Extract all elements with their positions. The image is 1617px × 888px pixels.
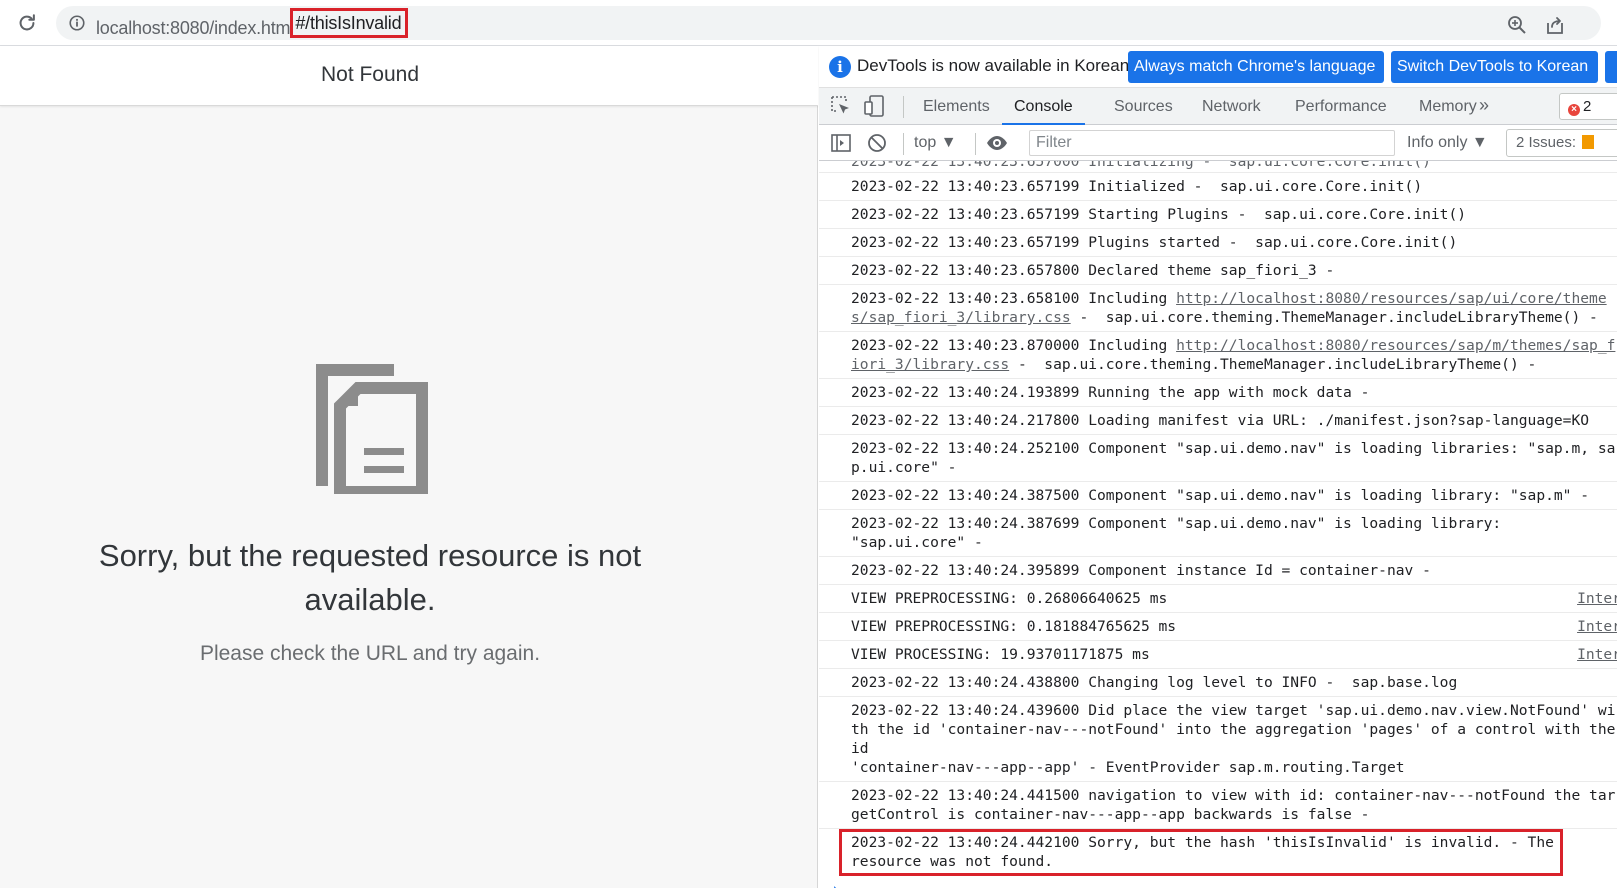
- console-message-text: 2023-02-22 13:40:24.441500 navigation to…: [851, 787, 1616, 823]
- issues-button[interactable]: 2 Issues:: [1506, 129, 1617, 157]
- url-path: :8080/index.htm: [165, 18, 291, 38]
- console-message-text: - sap.ui.core.theming.ThemeManager.inclu…: [1070, 309, 1598, 326]
- sidebar-toggle-icon[interactable]: [829, 131, 853, 155]
- console-message: 2023-02-22 13:40:24.395899 Component ins…: [819, 557, 1617, 585]
- console-message-highlighted: 2023-02-22 13:40:24.442100 Sorry, but th…: [839, 829, 1563, 876]
- console-message: 2023-02-22 13:40:23.870000 Including htt…: [819, 332, 1617, 379]
- app-page: Not Found Sorry, but the requested resou…: [0, 46, 818, 888]
- console-message: 2023-02-22 13:40:23.657199 Starting Plug…: [819, 201, 1617, 229]
- console-message-text: 2023-02-22 13:40:23.658100 Including: [851, 290, 1177, 307]
- tab-performance[interactable]: Performance: [1295, 88, 1387, 125]
- toolbar-divider: [975, 133, 976, 155]
- console-message-text: 2023-02-22 13:40:23.657800 Declared them…: [851, 262, 1335, 279]
- console-toolbar: top ▼ Filter Info only ▼ 2 Issues:: [819, 125, 1617, 161]
- console-message-text: - sap.ui.core.theming.ThemeManager.inclu…: [1009, 356, 1537, 373]
- console-message: 2023-02-22 13:40:23.657800 Declared them…: [819, 257, 1617, 285]
- log-level-select[interactable]: Info only ▼: [1407, 125, 1488, 161]
- console-message: VIEW PREPROCESSING: 0.181884765625 ms Int…: [819, 613, 1617, 641]
- console-message: 2023-02-22 13:40:24.252100 Component "sa…: [819, 435, 1617, 482]
- error-count: 2: [1583, 98, 1592, 115]
- eye-icon[interactable]: [985, 131, 1009, 155]
- devtools-tabbar: Elements Console Sources Network Perform…: [819, 88, 1617, 125]
- console-message-text: 2023-02-22 13:40:23.870000 Including: [851, 337, 1177, 354]
- console-message: 2023-02-22 13:40:23.658100 Including htt…: [819, 285, 1617, 332]
- error-icon: ×: [1568, 104, 1580, 116]
- tab-memory[interactable]: Memory: [1419, 88, 1477, 125]
- site-info-icon[interactable]: [68, 14, 86, 32]
- console-message-text: 2023-02-22 13:40:24.395899 Component ins…: [851, 562, 1431, 579]
- reload-button[interactable]: [14, 10, 40, 36]
- console-message: 2023-02-22 13:40:24.438800 Changing log …: [819, 669, 1617, 697]
- more-tabs-button[interactable]: »: [1479, 95, 1489, 116]
- tab-console[interactable]: Console: [1002, 88, 1085, 125]
- console-message: 2023-02-22 13:40:24.441500 navigation to…: [819, 782, 1617, 829]
- error-count-badge[interactable]: × 2: [1559, 93, 1617, 120]
- console-source-link[interactable]: Inter: [1569, 617, 1617, 636]
- console-message-text: 2023-02-22 13:40:24.439600 Did place the…: [851, 702, 1616, 776]
- console-message-text: 2023-02-22 13:40:23.657199 Plugins start…: [851, 234, 1458, 251]
- console-message-text: 2023-02-22 13:40:24.438800 Changing log …: [851, 674, 1458, 691]
- console-message-text: 2023-02-22 13:40:24.252100 Component "sa…: [851, 440, 1616, 476]
- toolbar-divider: [903, 133, 904, 155]
- device-toolbar-icon[interactable]: [863, 94, 887, 118]
- url-text[interactable]: localhost:8080/index.htm #/thisIsInvalid: [96, 8, 409, 43]
- message-title: Sorry, but the requested resource is not…: [98, 538, 642, 617]
- console-message-text: 2023-02-22 13:40:23.657199 Initialized -…: [851, 178, 1423, 195]
- always-match-language-button[interactable]: Always match Chrome's language: [1128, 51, 1384, 83]
- console-message-text: 2023-02-22 13:40:24.442100 Sorry, but th…: [851, 834, 1563, 870]
- issue-icon: [1582, 135, 1595, 149]
- console-filter-input[interactable]: Filter: [1029, 130, 1395, 156]
- document-icon: [316, 364, 428, 494]
- browser-toolbar: localhost:8080/index.htm #/thisIsInvalid: [0, 0, 1617, 46]
- console-message-text: 2023-02-22 13:40:24.387699 Component "sa…: [851, 515, 1502, 551]
- clear-console-icon[interactable]: [865, 131, 889, 155]
- console-message: 2023-02-22 13:40:23.657000 Initializing …: [819, 161, 1617, 173]
- language-infobar: i DevTools is now available in Korean! A…: [819, 46, 1617, 88]
- url-host: localhost: [96, 18, 166, 38]
- console-message: 2023-02-22 13:40:24.193899 Running the a…: [819, 379, 1617, 407]
- console-message-text: 2023-02-22 13:40:24.217800 Loading manif…: [851, 412, 1590, 429]
- console-message: 2023-02-22 13:40:24.439600 Did place the…: [819, 697, 1617, 782]
- console-message: 2023-02-22 13:40:24.217800 Loading manif…: [819, 407, 1617, 435]
- zoom-icon[interactable]: [1507, 15, 1527, 35]
- reload-icon: [19, 14, 35, 31]
- page-title: Not Found: [320, 63, 420, 86]
- console-message-text: VIEW PROCESSING: 19.93701171875 ms: [851, 646, 1150, 663]
- console-prompt[interactable]: ›: [819, 876, 1617, 888]
- app-header: Not Found: [0, 46, 818, 106]
- issues-label: 2 Issues:: [1516, 134, 1577, 151]
- inspect-element-icon[interactable]: [829, 94, 853, 118]
- console-message: 2023-02-22 13:40:24.387500 Component "sa…: [819, 482, 1617, 510]
- console-log: 2023-02-22 13:40:23.657000 Initializing …: [819, 161, 1617, 888]
- js-context-select[interactable]: top ▼: [914, 125, 957, 161]
- console-message-text: 2023-02-22 13:40:24.387500 Component "sa…: [851, 487, 1590, 504]
- console-message: VIEW PROCESSING: 19.93701171875 ms Inter: [819, 641, 1617, 669]
- console-message-text: VIEW PREPROCESSING: 0.26806640625 ms: [851, 590, 1168, 607]
- console-message: VIEW PREPROCESSING: 0.26806640625 ms Inte…: [819, 585, 1617, 613]
- console-source-link[interactable]: Inter: [1569, 645, 1617, 664]
- console-message-text: 2023-02-22 13:40:24.193899 Running the a…: [851, 384, 1370, 401]
- message-description: Please check the URL and try again.: [199, 642, 541, 665]
- url-hash-highlighted: #/thisIsInvalid: [290, 8, 409, 38]
- info-icon: i: [829, 56, 851, 78]
- devtools-panel: i DevTools is now available in Korean! A…: [819, 46, 1617, 888]
- dont-show-again-button[interactable]: [1605, 51, 1617, 83]
- tab-sources[interactable]: Sources: [1114, 88, 1173, 125]
- toolbar-divider: [903, 96, 904, 118]
- console-message: 2023-02-22 13:40:23.657199 Plugins start…: [819, 229, 1617, 257]
- console-message-text: 2023-02-22 13:40:23.657199 Starting Plug…: [851, 206, 1467, 223]
- share-icon[interactable]: [1545, 15, 1565, 35]
- console-message-text: 2023-02-22 13:40:23.657000 Initializing …: [851, 161, 1431, 170]
- console-message-text: VIEW PREPROCESSING: 0.181884765625 ms: [851, 618, 1177, 635]
- tab-elements[interactable]: Elements: [923, 88, 990, 125]
- address-bar[interactable]: localhost:8080/index.htm #/thisIsInvalid: [56, 6, 1601, 40]
- tab-network[interactable]: Network: [1202, 88, 1261, 125]
- console-message: 2023-02-22 13:40:23.657199 Initialized -…: [819, 173, 1617, 201]
- infobar-text: DevTools is now available in Korean!: [857, 56, 1134, 75]
- console-source-link[interactable]: Inter: [1569, 589, 1617, 608]
- console-message: 2023-02-22 13:40:24.387699 Component "sa…: [819, 510, 1617, 557]
- switch-to-korean-button[interactable]: Switch DevTools to Korean: [1391, 51, 1598, 83]
